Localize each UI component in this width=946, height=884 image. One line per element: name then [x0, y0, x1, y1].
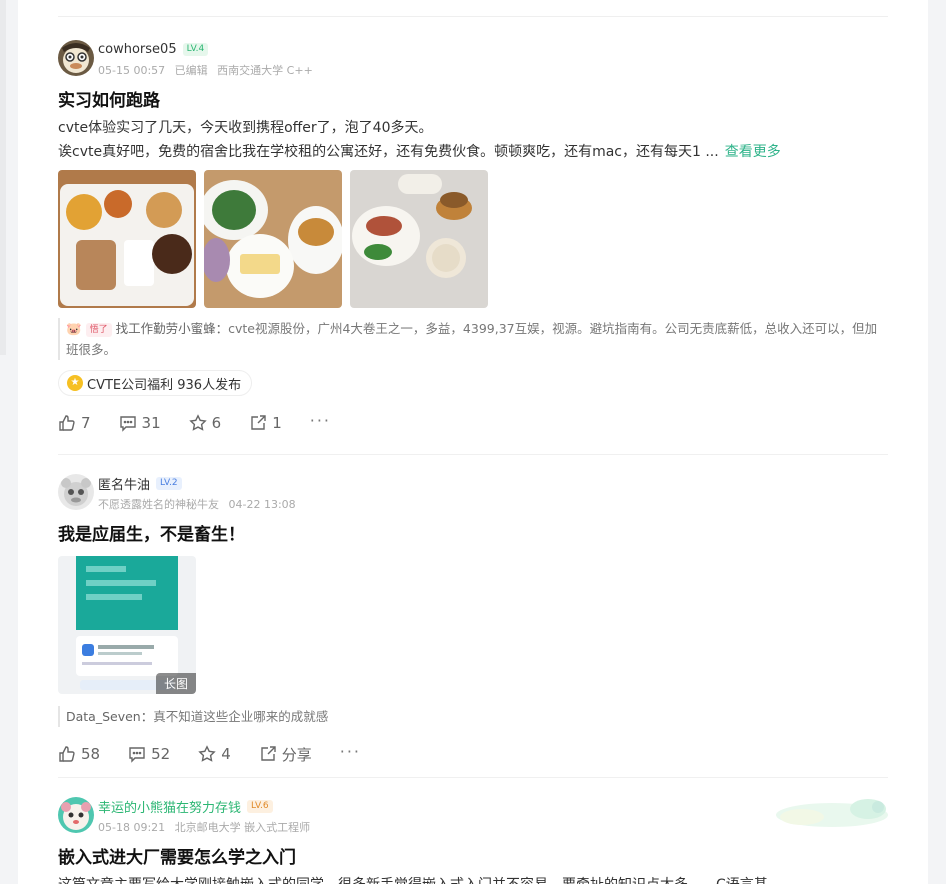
post-meta: 05-18 09:21 北京邮电大学 嵌入式工程师: [98, 819, 316, 835]
share-button[interactable]: 分享: [259, 744, 312, 765]
favorite-button[interactable]: 4: [198, 745, 231, 763]
avatar[interactable]: [58, 797, 94, 833]
username[interactable]: 匿名牛油: [98, 474, 150, 493]
comment-badge: 悟了: [85, 323, 112, 337]
star-outline-icon: [198, 745, 216, 762]
thumbs-up-icon: [59, 746, 75, 762]
user-school: 北京邮电大学 嵌入式工程师: [174, 821, 311, 834]
star-icon: ★: [67, 375, 83, 391]
divider: [58, 777, 888, 778]
post-body[interactable]: 这篇文章主要写给大学刚接触嵌入式的同学，很多新手觉得嵌入式入门并不容易，要牵扯的…: [58, 873, 888, 884]
comment-author[interactable]: 找工作勤劳小蜜蜂：: [116, 321, 229, 336]
favorite-button[interactable]: 6: [188, 414, 222, 432]
topic-chip[interactable]: ★ CVTE公司福利 936人发布: [58, 370, 253, 396]
share-icon: [251, 415, 266, 430]
user-alias: 不愿透露姓名的神秘牛友: [98, 498, 219, 511]
topic-label: CVTE公司福利 936人发布: [87, 377, 242, 393]
avatar[interactable]: [58, 40, 94, 76]
comment-icon: [129, 747, 145, 763]
divider: [58, 16, 888, 17]
post-time: 04-22 13:08: [228, 498, 296, 511]
post-title[interactable]: 实习如何跑路: [58, 88, 888, 114]
comment-text: 真不知道这些企业哪来的成就感: [153, 709, 329, 724]
more-options-icon[interactable]: ···: [340, 742, 361, 761]
post-meta: 不愿透露姓名的神秘牛友 04-22 13:08: [98, 496, 302, 512]
post-body[interactable]: cvte体验实习了几天，今天收到携程offer了，泡了40多天。 诶cvte真好…: [58, 116, 888, 164]
level-badge: LV.6: [247, 799, 273, 813]
post-header: cowhorse05 LV.4 05-15 00:57 已编辑 西南交通大学 C+…: [58, 40, 888, 80]
post-images: 长图: [58, 556, 888, 694]
post-header: 幸运的小熊猫在努力存钱 LV.6 05-18 09:21 北京邮电大学 嵌入式工程…: [58, 797, 888, 837]
page-gutter-left: [0, 0, 18, 884]
post-image[interactable]: [204, 170, 342, 308]
share-label: 分享: [281, 745, 312, 764]
comment-count: 52: [151, 745, 171, 763]
comment-avatar-icon: 🐷: [66, 321, 82, 336]
username[interactable]: cowhorse05: [98, 42, 177, 57]
thumbs-up-icon: [59, 415, 75, 431]
post-title[interactable]: 我是应届生，不是畜生！: [58, 522, 888, 548]
like-button[interactable]: 7: [58, 414, 91, 432]
post-line: 这篇文章主要写给大学刚接触嵌入式的同学，很多新手觉得嵌入式入门并不容易，要牵扯的…: [58, 873, 888, 884]
more-options-icon[interactable]: ···: [310, 411, 331, 430]
post-time: 05-18 09:21: [98, 821, 166, 834]
like-button[interactable]: 58: [58, 745, 100, 763]
long-image-tag: 长图: [155, 673, 196, 694]
comment-button[interactable]: 52: [128, 745, 170, 763]
share-count: 1: [272, 414, 282, 432]
feed-post[interactable]: 匿名牛油 LV.2 不愿透露姓名的神秘牛友 04-22 13:08 我是应届生，不…: [58, 474, 888, 765]
post-actions: 58 52 4 分享 ···: [58, 742, 888, 765]
feed-post[interactable]: cowhorse05 LV.4 05-15 00:57 已编辑 西南交通大学 C+…: [58, 40, 888, 434]
decoration-cloud-icon: [772, 797, 888, 831]
view-more-link[interactable]: 查看更多: [725, 144, 781, 160]
post-line: cvte体验实习了几天，今天收到携程offer了，泡了40多天。: [58, 120, 433, 136]
scrollbar[interactable]: [0, 0, 6, 355]
level-badge: LV.4: [182, 42, 209, 56]
favorite-count: 6: [211, 414, 222, 432]
post-image[interactable]: 长图: [58, 556, 196, 694]
divider: [58, 454, 888, 455]
edited-label: 已编辑: [174, 64, 208, 77]
top-comment[interactable]: Data_Seven：真不知道这些企业哪来的成就感: [58, 706, 888, 727]
page-gutter-right: [928, 0, 946, 884]
comment-button[interactable]: 31: [119, 414, 161, 432]
like-count: 7: [81, 414, 91, 432]
avatar[interactable]: [58, 474, 94, 510]
post-title[interactable]: 嵌入式进大厂需要怎么学之入门: [58, 845, 888, 871]
username[interactable]: 幸运的小熊猫在努力存钱: [98, 797, 241, 816]
post-image[interactable]: [350, 170, 488, 308]
top-comment[interactable]: 🐷 悟了 找工作勤劳小蜜蜂：cvte视源股份，广州4大卷王之一，多益，4399,37…: [58, 318, 888, 360]
post-header: 匿名牛油 LV.2 不愿透露姓名的神秘牛友 04-22 13:08: [58, 474, 888, 514]
comment-count: 31: [141, 414, 161, 432]
post-image[interactable]: [58, 170, 196, 308]
post-images: [58, 170, 888, 308]
level-badge: LV.2: [156, 476, 182, 490]
user-school: 西南交通大学 C++: [217, 64, 313, 77]
post-actions: 7 31 6 1 ···: [58, 411, 888, 434]
comment-author[interactable]: Data_Seven：: [66, 709, 153, 724]
post-line: 诶cvte真好吧，免费的宿舍比我在学校租的公寓还好，还有免费伙食。顿顿爽吃，还有…: [58, 144, 719, 160]
comment-icon: [119, 416, 136, 432]
star-outline-icon: [188, 414, 207, 431]
post-time: 05-15 00:57: [98, 64, 166, 77]
like-count: 58: [81, 745, 101, 763]
post-meta: 05-15 00:57 已编辑 西南交通大学 C++: [98, 62, 319, 78]
feed-post[interactable]: 幸运的小熊猫在努力存钱 LV.6 05-18 09:21 北京邮电大学 嵌入式工程…: [58, 797, 888, 884]
share-button[interactable]: 1: [249, 414, 282, 432]
share-icon: [261, 746, 276, 761]
favorite-count: 4: [221, 745, 231, 763]
